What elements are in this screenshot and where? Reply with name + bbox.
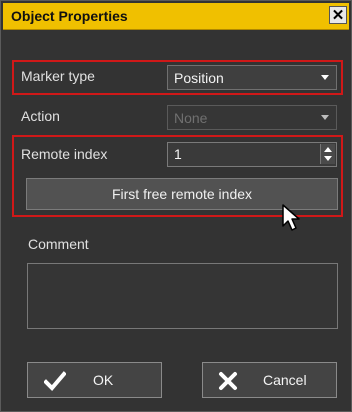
- remote-index-spinbox[interactable]: 1: [167, 142, 337, 167]
- spin-down-icon[interactable]: [324, 156, 332, 161]
- checkmark-icon: [44, 371, 66, 391]
- spin-up-icon[interactable]: [324, 147, 332, 152]
- close-icon: ✕: [331, 7, 345, 24]
- x-icon: [219, 372, 237, 390]
- mouse-pointer-icon: [282, 204, 300, 231]
- action-dropdown[interactable]: None: [167, 105, 337, 130]
- dialog-title: Object Properties: [11, 8, 128, 24]
- chevron-down-icon: [321, 75, 329, 80]
- chevron-down-icon: [321, 115, 329, 120]
- first-free-remote-index-label: First free remote index: [111, 186, 253, 202]
- cancel-label: Cancel: [263, 372, 307, 388]
- remote-index-label: Remote index: [21, 146, 108, 162]
- title-bar: Object Properties ✕: [3, 3, 349, 30]
- marker-type-label: Marker type: [21, 68, 95, 84]
- action-label: Action: [21, 108, 60, 124]
- comment-label: Comment: [28, 236, 89, 252]
- ok-label: OK: [93, 372, 114, 388]
- comment-textarea[interactable]: [27, 263, 338, 329]
- object-properties-dialog: Object Properties ✕ Marker type Position…: [0, 0, 352, 412]
- cancel-button[interactable]: Cancel: [202, 362, 337, 398]
- action-value: None: [174, 110, 208, 126]
- ok-button[interactable]: OK: [27, 362, 162, 398]
- marker-type-dropdown[interactable]: Position: [167, 65, 337, 90]
- close-button[interactable]: ✕: [329, 6, 347, 24]
- remote-index-value: 1: [174, 146, 182, 162]
- marker-type-value: Position: [174, 70, 224, 86]
- spin-buttons[interactable]: [320, 144, 335, 164]
